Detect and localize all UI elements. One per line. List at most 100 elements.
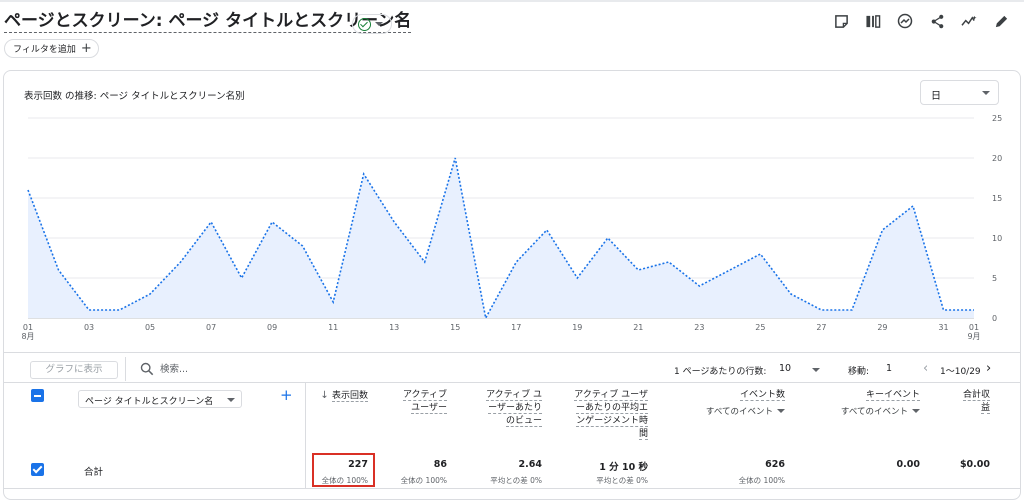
add-filter-chip[interactable]: フィルタを追加 +: [4, 39, 99, 58]
status-chip[interactable]: [352, 14, 392, 34]
column-header-label: のビュー: [505, 416, 542, 427]
chevron-down-icon: [912, 409, 920, 413]
toolbar-separator: [125, 357, 126, 381]
page-title[interactable]: ページとスクリーン: ページ タイトルとスクリーン名: [4, 10, 412, 33]
dimension-select[interactable]: ページ タイトルとスクリーン名: [78, 390, 242, 408]
chart-table-divider: [3, 352, 1021, 353]
column-header-label: 間: [638, 429, 648, 440]
total-subtext: 全体の 100%: [400, 476, 447, 485]
notes-icon[interactable]: [832, 12, 850, 30]
x-tick-label: 25: [755, 323, 765, 332]
column-header-1[interactable]: アクティブユーザー: [402, 389, 447, 415]
column-header-label: 益: [980, 403, 990, 414]
x-tick-label: 09: [267, 323, 277, 332]
x-tick-label: 27: [816, 323, 826, 332]
y-tick-label: 10: [992, 234, 1002, 243]
column-header-3[interactable]: アクティブ ユーザ ーあたりの平均エ ンゲージメント時間: [574, 389, 648, 441]
column-header-label: アクティブ ユーザ: [574, 390, 648, 401]
chart-title: 表示回数 の推移: ページ タイトルとスクリーン名別: [24, 91, 245, 102]
x-tick-label: 05: [145, 323, 155, 332]
event-filter-select[interactable]: すべてのイベント: [706, 405, 785, 417]
x-axis-labels: 01 03 05 07 09 11 13 15 17 19 21 23 25 27 29 31 018月 9月: [21, 323, 980, 341]
x-tick-label: 01: [969, 323, 979, 332]
x-tick-label: 21: [633, 323, 643, 332]
y-axis-labels: 0 5 10 15 20 25: [992, 114, 1002, 323]
compare-icon[interactable]: [864, 12, 882, 30]
highlight-box: [312, 453, 375, 487]
rows-per-page-select[interactable]: 10: [779, 363, 791, 374]
select-all-checkbox[interactable]: [31, 389, 44, 402]
chevron-down-icon: [982, 91, 990, 95]
x-tick-label: 23: [694, 323, 704, 332]
event-filter-label: すべてのイベント: [705, 407, 773, 417]
total-subtext: 平均との差 0%: [490, 476, 542, 485]
column-header-label: ーザーあたり: [488, 403, 542, 414]
add-filter-label: フィルタを追加: [13, 45, 76, 55]
total-value: 0.00: [896, 459, 920, 470]
total-value: 86: [433, 459, 447, 470]
rows-per-page-label: 1 ページあたりの行数:: [674, 367, 767, 377]
y-tick-label: 15: [992, 194, 1002, 203]
column-separator: [305, 382, 306, 488]
granularity-value: 日: [931, 91, 941, 102]
total-subtext: 全体の 100%: [738, 476, 785, 485]
total-value: 626: [765, 459, 785, 470]
x-tick-label: 31: [938, 323, 948, 332]
x-tick-label: 17: [511, 323, 521, 332]
share-icon[interactable]: [928, 12, 946, 30]
insights-icon[interactable]: [896, 12, 914, 30]
edit-icon[interactable]: [992, 12, 1010, 30]
x-month-label: 8月: [21, 332, 34, 341]
column-header-6[interactable]: 合計収益: [962, 389, 990, 415]
column-header-5[interactable]: キーイベント: [865, 389, 920, 402]
top-divider: [0, 0, 1024, 2]
column-header-label: キーイベント: [865, 390, 920, 401]
total-value: $0.00: [959, 459, 990, 470]
x-tick-label: 11: [328, 323, 338, 332]
event-filter-select[interactable]: すべてのイベント: [841, 405, 920, 417]
x-tick-label: 29: [877, 323, 887, 332]
plus-icon: +: [80, 41, 92, 56]
chevron-right-icon[interactable]: ›: [986, 361, 991, 376]
column-header-label: ユーザー: [411, 403, 447, 414]
column-header-label: アクティブ: [402, 390, 447, 401]
goto-label: 移動:: [848, 367, 870, 377]
sort-down-icon: ↓: [320, 390, 332, 401]
chevron-left-icon[interactable]: ‹: [923, 361, 928, 376]
trend-insights-icon[interactable]: [960, 12, 978, 30]
plot-rows-button[interactable]: グラフに表示: [30, 361, 118, 379]
report-toolbar: [832, 12, 1010, 30]
x-month-label: 9月: [967, 332, 980, 341]
total-value: 1 分 10 秒: [599, 462, 648, 473]
total-row-checkbox[interactable]: [31, 463, 44, 476]
chevron-down-icon[interactable]: [812, 368, 820, 372]
pagination-range: 1〜10/29: [940, 367, 981, 377]
chevron-down-icon: [777, 409, 785, 413]
search-input[interactable]: [160, 361, 360, 377]
chevron-down-icon: [375, 22, 383, 26]
column-header-4[interactable]: イベント数: [739, 389, 785, 402]
y-tick-label: 0: [992, 314, 997, 323]
add-dimension-button[interactable]: +: [280, 388, 293, 403]
dimension-label: ページ タイトルとスクリーン名: [85, 397, 214, 407]
x-tick-label: 15: [450, 323, 460, 332]
x-tick-label: 03: [84, 323, 94, 332]
column-header-label: ンゲージメント時: [576, 416, 648, 427]
goto-page-input[interactable]: 1: [886, 363, 892, 374]
column-header-label: アクティブ ユ: [486, 390, 542, 401]
table-row-border: [3, 488, 1021, 489]
column-header-label: 表示回数: [331, 391, 368, 402]
y-tick-label: 25: [992, 114, 1002, 123]
check-circle-icon: [358, 17, 371, 31]
column-header-2[interactable]: アクティブ ユーザーあたりのビュー: [486, 389, 542, 428]
x-tick-label: 13: [389, 323, 399, 332]
total-row-label: 合計: [84, 467, 104, 478]
column-header-0[interactable]: ↓ 表示回数: [320, 389, 368, 403]
chevron-down-icon: [227, 398, 235, 402]
search-icon: [140, 362, 154, 376]
total-subtext: 平均との差 0%: [596, 476, 648, 485]
granularity-select[interactable]: 日: [920, 80, 999, 105]
line-chart: 0510152025 01 03 05 07 09 11 13 15 17 19 21 23 25 27 2…: [21, 114, 1002, 341]
column-header-label: 合計収: [962, 390, 990, 401]
y-tick-label: 20: [992, 154, 1002, 163]
